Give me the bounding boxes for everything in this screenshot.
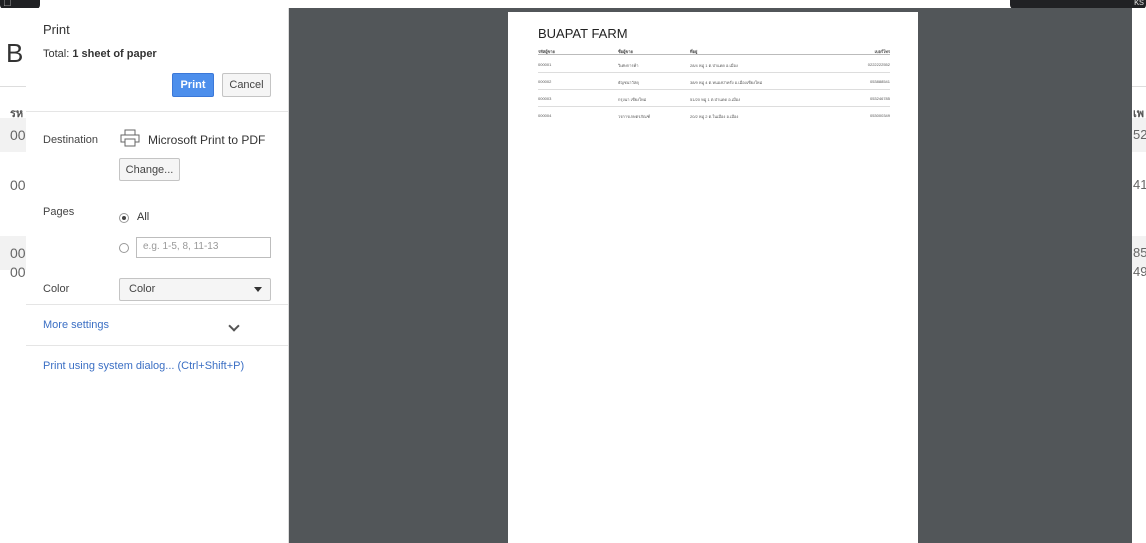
divider — [26, 111, 288, 112]
table-cell: 49 — [1133, 264, 1146, 279]
header-divider — [538, 54, 890, 55]
destination-name: Microsoft Print to PDF — [148, 133, 266, 147]
destination-label: Destination — [43, 134, 99, 146]
change-destination-button[interactable]: Change... — [119, 158, 180, 181]
table-cell: 00 — [10, 264, 26, 280]
table-cell: วรการเกษตรภัณฑ์ — [618, 114, 651, 119]
printer-icon — [120, 129, 140, 147]
table-cell: 000002 — [538, 79, 552, 84]
table-row: 00 — [0, 264, 26, 304]
sheet-total-value: 1 sheet of paper — [72, 48, 157, 60]
table-cell: 000003 — [538, 96, 552, 101]
background-divider — [1132, 86, 1146, 87]
sheet-total-label: Total: — [43, 48, 73, 60]
table-row: 00 — [0, 118, 26, 152]
pages-all-label: All — [137, 211, 150, 223]
preview-page: BUAPAT FARM รหัสผู้ขาย ชื่อผู้ขาย ที่อยู… — [508, 12, 918, 543]
color-select[interactable]: Color — [119, 278, 271, 301]
table-cell: 28/4 หมู่ 1 ต.ป่าแดด อ.เมือง — [690, 63, 738, 68]
table-row: 000001 วิเศษการค้า 28/4 หมู่ 1 ต.ป่าแดด … — [538, 56, 890, 73]
table-cell: 00 — [10, 127, 26, 143]
table-cell: วิเศษการค้า — [618, 63, 639, 68]
table-cell: 053000349 — [869, 113, 890, 118]
color-select-value: Color — [129, 283, 156, 295]
sheet-total: Total: 1 sheet of paper — [43, 48, 157, 60]
dialog-title: Print — [43, 22, 70, 37]
pages-label: Pages — [43, 206, 75, 218]
system-dialog-link[interactable]: Print using system dialog... (Ctrl+Shift… — [43, 360, 244, 372]
table-cell: 85 — [1133, 245, 1146, 260]
browser-top-strip — [0, 0, 1146, 8]
table-cell: 20/2 หมู่ 2 ต.ในเมือง อ.เมือง — [690, 114, 739, 119]
table-cell: 0222222552 — [867, 62, 890, 67]
table-cell: 41 — [1133, 177, 1146, 192]
background-page-left: B รห 00 00 00 00 — [0, 8, 26, 543]
background-divider — [0, 86, 26, 87]
print-settings-panel: Print Total: 1 sheet of paper Print Canc… — [26, 8, 289, 543]
divider — [26, 304, 288, 305]
pages-all-radio[interactable] — [119, 213, 129, 223]
document-title: BUAPAT FARM — [538, 26, 628, 41]
table-cell: 38/9 หมู่ 4 ต.หนองป่าครั่ง อ.เมืองเชียงใ… — [690, 80, 763, 85]
table-cell: กรุงนา เชียงใหม่ — [618, 97, 647, 102]
background-page-right: เพ 52 41 85 49 — [1132, 8, 1146, 543]
print-preview-area: BUAPAT FARM รหัสผู้ขาย ชื่อผู้ขาย ที่อยู… — [289, 8, 1132, 543]
chevron-down-icon[interactable] — [228, 320, 240, 332]
cancel-button[interactable]: Cancel — [222, 73, 271, 97]
table-cell: 000001 — [538, 62, 552, 67]
table-row: 000004 วรการเกษตรภัณฑ์ 20/2 หมู่ 2 ต.ในเ… — [538, 107, 890, 123]
table-cell: ธัญชนาวัสดุ — [618, 80, 639, 85]
table-cell: 00 — [10, 245, 26, 261]
table-row: 000002 ธัญชนาวัสดุ 38/9 หมู่ 4 ต.หนองป่า… — [538, 73, 890, 90]
table-row: 52 — [1132, 118, 1146, 152]
table-cell: 00 — [10, 177, 26, 193]
more-settings-link[interactable]: More settings — [43, 319, 109, 331]
table-cell: 053888541 — [869, 79, 890, 84]
color-label: Color — [43, 283, 70, 295]
table-row: 49 — [1132, 264, 1146, 304]
background-heading: B — [6, 38, 24, 68]
table-cell: 52 — [1133, 127, 1146, 142]
divider — [26, 345, 288, 346]
table-row: 41 — [1132, 152, 1146, 192]
pages-custom-input[interactable]: e.g. 1-5, 8, 11-13 — [136, 237, 271, 258]
table-row: 000003 กรุงนา เชียงใหม่ 51/20 หมู่ 1 ต.ป… — [538, 90, 890, 107]
tab-text-fragment: ks — [1134, 0, 1144, 8]
dropdown-arrow-icon — [254, 287, 262, 292]
table-cell: 000004 — [538, 113, 552, 118]
table-row: 00 — [0, 152, 26, 193]
table-cell: 053246785 — [869, 96, 890, 101]
pages-custom-radio[interactable] — [119, 243, 129, 253]
print-button[interactable]: Print — [172, 73, 214, 97]
table-cell: 51/20 หมู่ 1 ต.ป่าแดด อ.เมือง — [690, 97, 741, 102]
